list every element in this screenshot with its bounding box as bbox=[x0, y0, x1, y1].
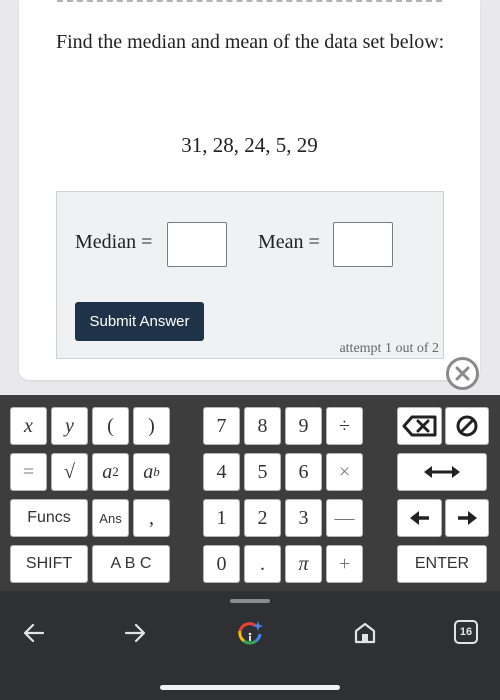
arrow-forward-icon bbox=[124, 623, 146, 643]
key-funcs[interactable]: Funcs bbox=[10, 499, 88, 537]
key-y[interactable]: y bbox=[51, 407, 88, 445]
math-keypad: x y ( ) 7 8 9 ÷ = √ a2 ab 4 5 6 × Funcs … bbox=[0, 395, 500, 591]
key-sqrt[interactable]: √ bbox=[51, 453, 88, 491]
key-shift[interactable]: SHIFT bbox=[10, 545, 88, 583]
key-right-paren[interactable]: ) bbox=[133, 407, 170, 445]
backspace-icon bbox=[402, 415, 436, 437]
forward-button[interactable] bbox=[121, 619, 149, 647]
tab-switcher-button[interactable]: 16 bbox=[454, 620, 478, 644]
key-backspace[interactable] bbox=[397, 407, 442, 445]
key-abc[interactable]: A B C bbox=[92, 545, 170, 583]
arrow-right-icon bbox=[458, 511, 477, 525]
data-set: 31, 28, 24, 5, 29 bbox=[181, 133, 318, 157]
question-card: Find the median and mean of the data set… bbox=[19, 0, 480, 380]
close-icon bbox=[455, 366, 470, 381]
home-button[interactable] bbox=[351, 619, 379, 647]
key-multiply[interactable]: × bbox=[326, 453, 363, 491]
key-1[interactable]: 1 bbox=[203, 499, 240, 537]
key-a-power-exponent: b bbox=[153, 464, 160, 479]
back-button[interactable] bbox=[20, 619, 48, 647]
drag-handle[interactable] bbox=[230, 599, 270, 603]
google-sparkle-icon bbox=[238, 621, 263, 645]
key-enter[interactable]: ENTER bbox=[397, 545, 487, 583]
key-minus[interactable]: — bbox=[326, 499, 363, 537]
key-clear[interactable] bbox=[445, 407, 489, 445]
key-ans[interactable]: Ans bbox=[92, 499, 129, 537]
submit-answer-button[interactable]: Submit Answer bbox=[75, 302, 204, 341]
arrow-left-icon bbox=[409, 511, 429, 525]
key-plus[interactable]: + bbox=[326, 545, 363, 583]
key-0[interactable]: 0 bbox=[203, 545, 240, 583]
answer-panel: Median = Mean = Submit Answer attempt 1 … bbox=[56, 191, 444, 359]
gesture-home-bar[interactable] bbox=[160, 685, 340, 690]
key-a-squared-exponent: 2 bbox=[112, 464, 119, 479]
key-a-squared-base: a bbox=[102, 460, 113, 483]
key-comma[interactable]: , bbox=[133, 499, 170, 537]
key-a-squared[interactable]: a2 bbox=[92, 453, 129, 491]
google-lens-button[interactable] bbox=[236, 619, 264, 647]
key-divide[interactable]: ÷ bbox=[326, 407, 363, 445]
arrow-back-icon bbox=[23, 623, 45, 643]
key-equals[interactable]: = bbox=[10, 453, 47, 491]
left-right-arrow-icon bbox=[424, 466, 460, 478]
median-input[interactable] bbox=[167, 222, 227, 267]
key-decimal[interactable]: . bbox=[244, 545, 281, 583]
key-arrow-left-right[interactable] bbox=[397, 453, 487, 491]
key-arrow-right[interactable] bbox=[445, 499, 489, 537]
key-2[interactable]: 2 bbox=[244, 499, 281, 537]
key-a-power-base: a bbox=[143, 460, 154, 483]
attempt-counter: attempt 1 out of 2 bbox=[339, 341, 439, 356]
close-keypad-button[interactable] bbox=[446, 357, 479, 390]
key-x[interactable]: x bbox=[10, 407, 47, 445]
key-7[interactable]: 7 bbox=[203, 407, 240, 445]
browser-nav-bar: 16 bbox=[0, 591, 500, 700]
mean-input[interactable] bbox=[333, 222, 393, 267]
key-3[interactable]: 3 bbox=[285, 499, 322, 537]
clear-icon bbox=[456, 415, 478, 437]
question-prompt: Find the median and mean of the data set… bbox=[56, 31, 445, 53]
key-arrow-left[interactable] bbox=[397, 499, 442, 537]
key-6[interactable]: 6 bbox=[285, 453, 322, 491]
key-a-power-b[interactable]: ab bbox=[133, 453, 170, 491]
key-5[interactable]: 5 bbox=[244, 453, 281, 491]
key-8[interactable]: 8 bbox=[244, 407, 281, 445]
key-9[interactable]: 9 bbox=[285, 407, 322, 445]
mean-label: Mean = bbox=[258, 231, 320, 253]
median-label: Median = bbox=[75, 231, 153, 253]
home-icon bbox=[354, 622, 376, 644]
dashed-separator bbox=[57, 0, 442, 2]
key-4[interactable]: 4 bbox=[203, 453, 240, 491]
key-left-paren[interactable]: ( bbox=[92, 407, 129, 445]
key-pi[interactable]: π bbox=[285, 545, 322, 583]
